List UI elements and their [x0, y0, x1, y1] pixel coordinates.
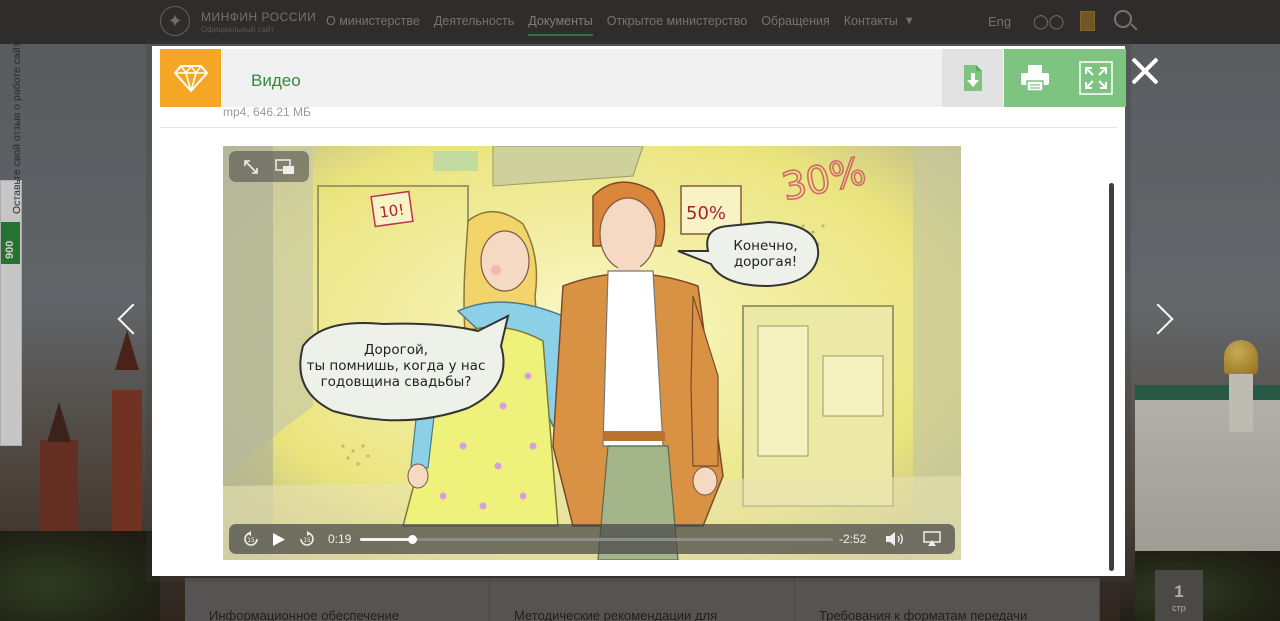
seek-handle[interactable]: [408, 535, 418, 544]
video-player[interactable]: 10! 50% 30% Дорогой, ты помнишь, когда у…: [223, 146, 961, 560]
bubble-left-line-3: годовщина свадьбы?: [320, 374, 472, 390]
airplay-icon[interactable]: [923, 531, 941, 547]
sign-50: 50%: [686, 203, 726, 224]
fullscreen-toggle-icon[interactable]: [243, 159, 259, 175]
bubble-right-line-1: Конечно,: [733, 238, 798, 254]
print-button[interactable]: [1004, 49, 1065, 107]
remaining-time: -2:52: [839, 532, 867, 546]
video-modal: Видео mp4, 646.21 МБ 10! 50% 30% Дорогой…: [152, 46, 1126, 576]
expand-icon: [1078, 61, 1113, 95]
svg-text:15: 15: [247, 537, 255, 544]
divider: [160, 127, 1117, 128]
bubble-left-line-2: ты помнишь, когда у нас: [306, 358, 486, 374]
svg-text:15: 15: [303, 537, 311, 544]
modal-scrollbar[interactable]: [1109, 183, 1114, 571]
skip-back-15-icon[interactable]: 15: [243, 531, 259, 547]
seek-progress: [360, 538, 413, 541]
skip-forward-15-icon[interactable]: 15: [299, 531, 315, 547]
file-meta: mp4, 646.21 МБ: [223, 105, 311, 119]
diamond-icon: [160, 49, 221, 107]
sign-10: 10!: [378, 200, 405, 221]
picture-in-picture-icon[interactable]: [275, 159, 295, 175]
video-top-controls: [229, 151, 309, 182]
bubble-right-line-2: дорогая!: [733, 254, 798, 270]
volume-icon[interactable]: [885, 531, 907, 547]
speech-bubble-right-text: Конечно, дорогая!: [718, 238, 813, 270]
modal-header: Видео: [160, 49, 1126, 107]
printer-icon: [1020, 65, 1049, 92]
close-icon[interactable]: [1130, 56, 1160, 86]
download-button[interactable]: [942, 49, 1003, 107]
seek-bar[interactable]: [360, 535, 833, 544]
bubble-left-line-1: Дорогой,: [363, 342, 429, 358]
play-icon[interactable]: [272, 532, 286, 547]
video-control-bar: 15 15 0:19 -2:52: [229, 524, 955, 554]
download-icon: [963, 65, 982, 91]
modal-title: Видео: [251, 71, 301, 90]
speech-bubble-left-text: Дорогой, ты помнишь, когда у нас годовщи…: [301, 342, 491, 390]
elapsed-time: 0:19: [328, 532, 352, 546]
fullscreen-button[interactable]: [1065, 49, 1126, 107]
